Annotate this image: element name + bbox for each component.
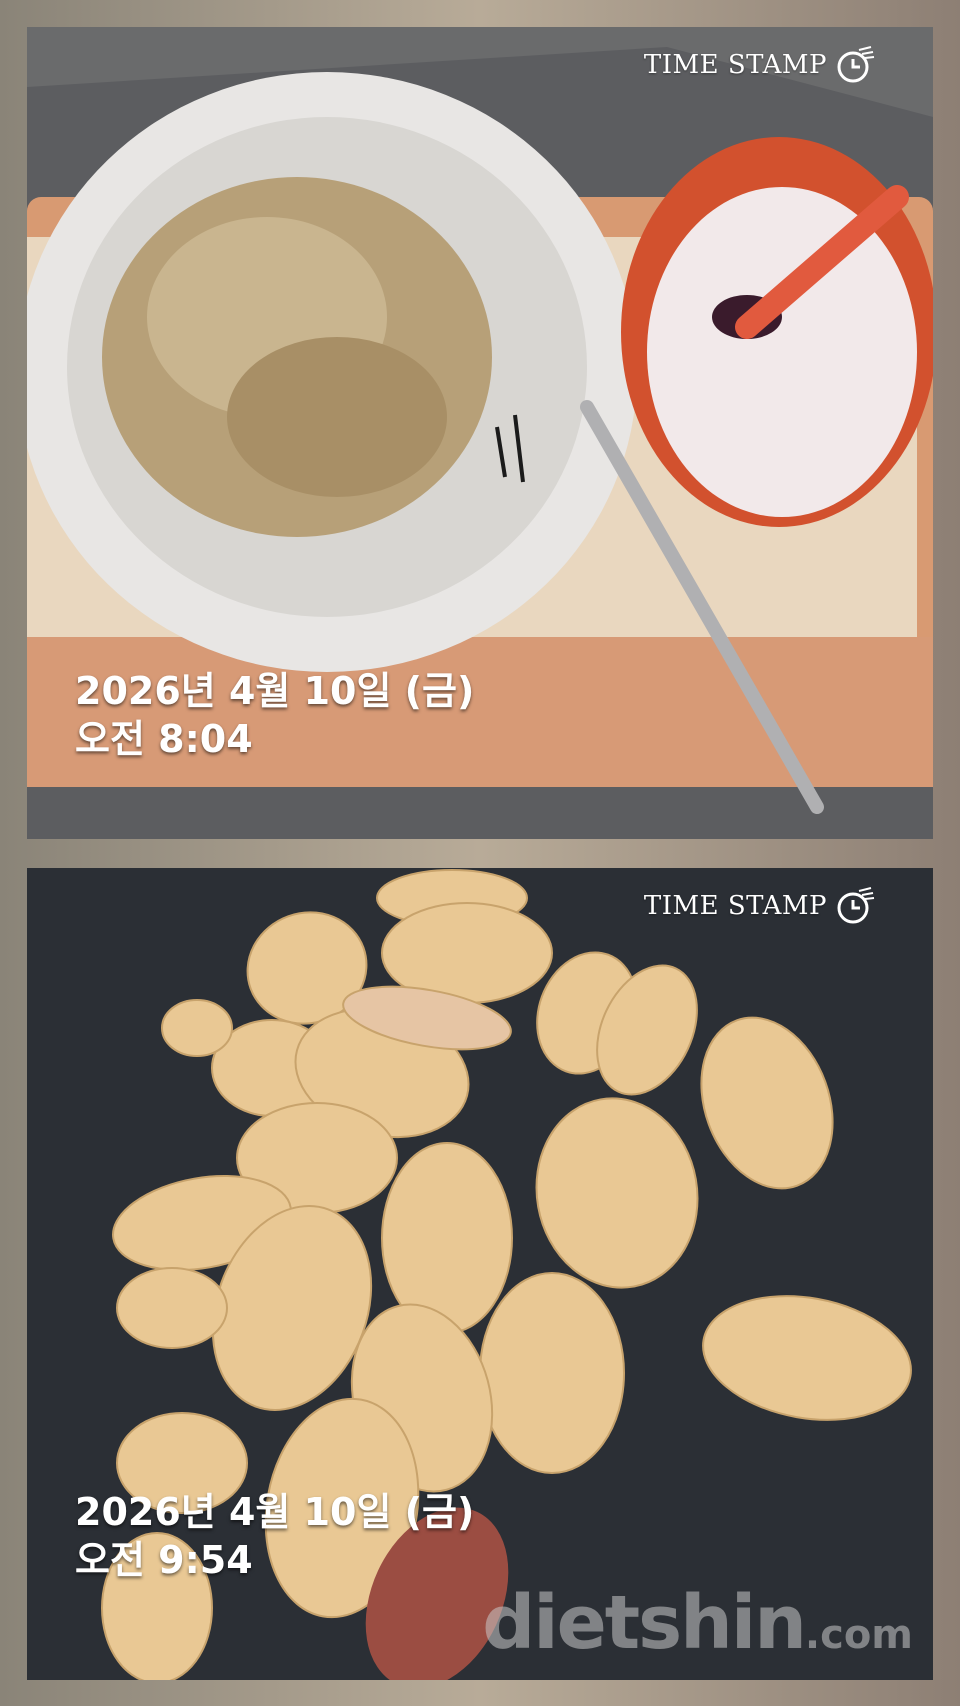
timestamp-label: TIME STAMP — [643, 50, 827, 80]
meal-photo-breakfast: TIME STAMP 2026년 4월 10일 (금) 오전 8:04 — [27, 27, 933, 839]
datetime-overlay: 2026년 4월 10일 (금) 오전 9:54 — [75, 1488, 474, 1584]
time-text: 오전 8:04 — [75, 717, 253, 761]
timestamp-badge: TIME STAMP — [644, 45, 875, 85]
site-watermark: dietshin.com — [482, 1580, 913, 1666]
meal-photo-snack: TIME STAMP 2026년 4월 10일 (금) 오전 9:54 diet… — [27, 868, 933, 1680]
date-text: 2026년 4월 10일 (금) — [75, 669, 475, 713]
watermark-brand: dietshin — [482, 1580, 807, 1666]
clock-icon — [837, 46, 875, 83]
timestamp-label: TIME STAMP — [643, 891, 827, 921]
clock-icon — [837, 887, 875, 924]
datetime-overlay: 2026년 4월 10일 (금) 오전 8:04 — [75, 667, 474, 763]
time-text: 오전 9:54 — [75, 1538, 253, 1582]
timestamp-badge: TIME STAMP — [644, 886, 875, 926]
date-text: 2026년 4월 10일 (금) — [75, 1490, 475, 1534]
watermark-suffix: .com — [804, 1612, 913, 1658]
